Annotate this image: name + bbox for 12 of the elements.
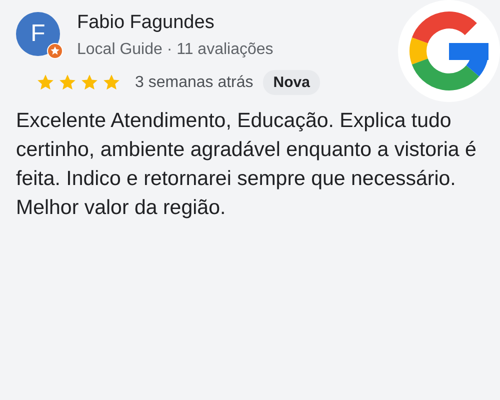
- star-icon: [80, 73, 99, 92]
- new-badge: Nova: [263, 70, 320, 95]
- star-icon: [58, 73, 77, 92]
- review-time: 3 semanas atrás: [135, 74, 254, 92]
- star-icon: [102, 73, 121, 92]
- review-text: Excelente Atendimento, Educação. Explica tudo certinho, ambiente agradável enquanto a vistoria é feita. Indico e retornarei sempre que necessário. Melhor valor da região.: [16, 108, 478, 221]
- author-name[interactable]: Fabio Fagundes: [77, 12, 274, 34]
- star-badge-icon: [47, 43, 63, 59]
- author-info: Local Guide · 11 avaliações: [77, 41, 274, 59]
- avatar-letter: F: [30, 20, 46, 48]
- star-icon: [36, 73, 55, 92]
- g-logo-icon: [398, 0, 500, 102]
